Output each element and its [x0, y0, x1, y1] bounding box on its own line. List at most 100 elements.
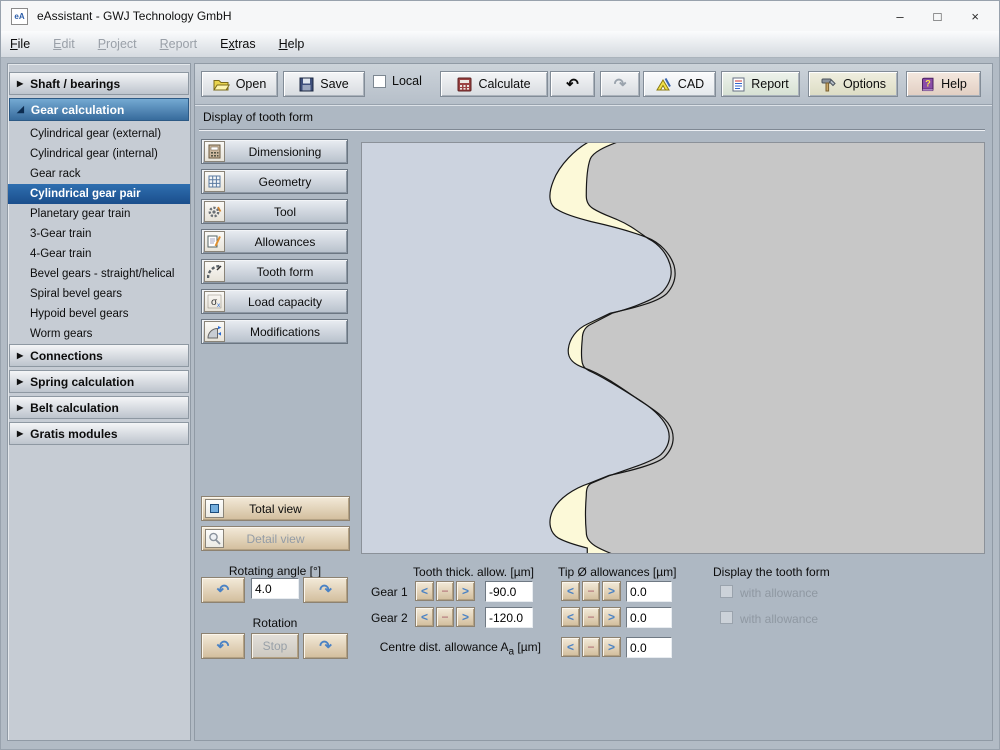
tip2-increment-button[interactable]: >	[602, 607, 621, 627]
sidebar-item-gear-rack[interactable]: Gear rack	[8, 164, 190, 184]
load-capacity-button[interactable]: σx Load capacity	[201, 289, 348, 314]
total-view-button[interactable]: Total view	[201, 496, 350, 521]
menu-help[interactable]: Help	[279, 37, 305, 51]
section-label: Gratis modules	[30, 426, 118, 441]
tip1-decrement-button[interactable]: <	[561, 581, 580, 601]
tooth-thickness-header: Tooth thick. allow. [µm]	[413, 565, 534, 579]
chevron-left-icon: <	[566, 640, 574, 654]
menu-edit: Edit	[53, 37, 75, 51]
sidebar-item-bevel-gears[interactable]: Bevel gears - straight/helical	[8, 264, 190, 284]
sidebar-section-belt-calculation[interactable]: ▶ Belt calculation	[9, 396, 189, 419]
with-allowance-label-1: with allowance	[740, 586, 819, 600]
tip2-allowance-input[interactable]	[626, 607, 672, 628]
minimize-icon[interactable]: –	[896, 10, 903, 23]
chevron-right-icon: ▶	[17, 402, 24, 412]
tooth-form-label: Tooth form	[256, 264, 314, 279]
gear2-increment-button[interactable]: >	[456, 607, 475, 627]
section-label: Gear calculation	[30, 102, 125, 117]
tip1-allowance-input[interactable]	[626, 581, 672, 602]
rotate-cw-button[interactable]: ↷	[303, 577, 348, 603]
modifications-button[interactable]: Modifications	[201, 319, 348, 344]
total-view-label: Total view	[249, 501, 302, 516]
report-button[interactable]: Report	[721, 71, 800, 97]
tip2-reset-button[interactable]: −	[582, 607, 600, 627]
calculate-button[interactable]: Calculate	[440, 71, 548, 97]
sidebar-item-cylindrical-gear-internal[interactable]: Cylindrical gear (internal)	[8, 144, 190, 164]
window-title: eAssistant - GWJ Technology GmbH	[37, 9, 232, 23]
help-label: Help	[941, 77, 967, 91]
rotation-cw-button[interactable]: ↷	[303, 633, 348, 659]
open-label: Open	[235, 77, 267, 91]
minus-icon: −	[587, 584, 595, 598]
sidebar-item-3-gear-train[interactable]: 3-Gear train	[8, 224, 190, 244]
tip1-reset-button[interactable]: −	[582, 581, 600, 601]
tooth-form-button[interactable]: Tooth form	[201, 259, 348, 284]
allowances-button[interactable]: Allowances	[201, 229, 348, 254]
sidebar-section-spring-calculation[interactable]: ▶ Spring calculation	[9, 370, 189, 393]
report-document-icon	[732, 77, 745, 91]
centre-distance-increment-button[interactable]: >	[602, 637, 621, 657]
chevron-left-icon: <	[566, 610, 574, 624]
sidebar-item-hypoid-bevel-gears[interactable]: Hypoid bevel gears	[8, 304, 190, 324]
modifications-label: Modifications	[249, 324, 321, 339]
help-button[interactable]: ? Help	[906, 71, 981, 97]
tool-button[interactable]: Tool	[201, 199, 348, 224]
rotation-ccw-button[interactable]: ↶	[201, 633, 245, 659]
sidebar-section-gear-calculation[interactable]: ◢ Gear calculation	[9, 98, 189, 121]
chevron-left-icon: <	[566, 584, 574, 598]
menu-file[interactable]: File	[10, 37, 30, 51]
gear1-increment-button[interactable]: >	[456, 581, 475, 601]
sigma-icon: σx	[204, 291, 225, 312]
section-label: Belt calculation	[30, 400, 119, 415]
sidebar-item-cylindrical-gear-external[interactable]: Cylindrical gear (external)	[8, 124, 190, 144]
sidebar-section-shaft-bearings[interactable]: ▶ Shaft / bearings	[9, 72, 189, 95]
sidebar-item-4-gear-train[interactable]: 4-Gear train	[8, 244, 190, 264]
geometry-button[interactable]: Geometry	[201, 169, 348, 194]
divider	[199, 129, 985, 131]
with-allowance-checkbox-1	[720, 585, 733, 598]
tip2-decrement-button[interactable]: <	[561, 607, 580, 627]
centre-distance-decrement-button[interactable]: <	[561, 637, 580, 657]
gear1-reset-button[interactable]: −	[436, 581, 454, 601]
magnifier-icon	[205, 529, 224, 548]
centre-distance-reset-button[interactable]: −	[582, 637, 600, 657]
grid-icon	[204, 171, 225, 192]
undo-icon: ↶	[566, 75, 579, 93]
gear1-decrement-button[interactable]: <	[415, 581, 434, 601]
sidebar-item-worm-gears[interactable]: Worm gears	[8, 324, 190, 344]
tooth-form-display	[361, 142, 985, 554]
sidebar-item-spiral-bevel-gears[interactable]: Spiral bevel gears	[8, 284, 190, 304]
sidebar-section-gratis-modules[interactable]: ▶ Gratis modules	[9, 422, 189, 445]
chevron-right-icon: >	[461, 610, 469, 624]
menu-extras[interactable]: Extras	[220, 37, 255, 51]
section-label: Connections	[30, 348, 103, 363]
gear1-thickness-input[interactable]	[485, 581, 533, 602]
save-button[interactable]: Save	[283, 71, 365, 97]
local-checkbox[interactable]	[373, 74, 386, 88]
rotate-ccw-icon: ↶	[216, 581, 230, 599]
undo-button[interactable]: ↶	[550, 71, 595, 97]
tip1-increment-button[interactable]: >	[602, 581, 621, 601]
chevron-right-icon: >	[607, 584, 615, 598]
chevron-expanded-icon: ◢	[17, 104, 24, 114]
sidebar-item-cylindrical-gear-pair[interactable]: Cylindrical gear pair	[8, 184, 190, 204]
sidebar-section-connections[interactable]: ▶ Connections	[9, 344, 189, 367]
gear2-reset-button[interactable]: −	[436, 607, 454, 627]
sidebar: ▶ Shaft / bearings ◢ Gear calculation Cy…	[7, 63, 191, 741]
chevron-right-icon: >	[461, 584, 469, 598]
app-icon: eA	[11, 7, 28, 25]
centre-distance-input[interactable]	[626, 637, 672, 658]
rotate-ccw-button[interactable]: ↶	[201, 577, 245, 603]
gear2-thickness-input[interactable]	[485, 607, 533, 628]
rotating-angle-input[interactable]	[251, 578, 299, 599]
maximize-icon[interactable]: □	[934, 10, 942, 23]
gear2-decrement-button[interactable]: <	[415, 607, 434, 627]
local-label: Local	[392, 74, 422, 88]
close-icon[interactable]: ×	[971, 10, 979, 23]
sidebar-item-planetary-gear-train[interactable]: Planetary gear train	[8, 204, 190, 224]
options-button[interactable]: Options	[808, 71, 898, 97]
cad-button[interactable]: CAD	[643, 71, 716, 97]
open-button[interactable]: Open	[201, 71, 278, 97]
gear-icon	[204, 201, 225, 222]
dimensioning-button[interactable]: Dimensioning	[201, 139, 348, 164]
